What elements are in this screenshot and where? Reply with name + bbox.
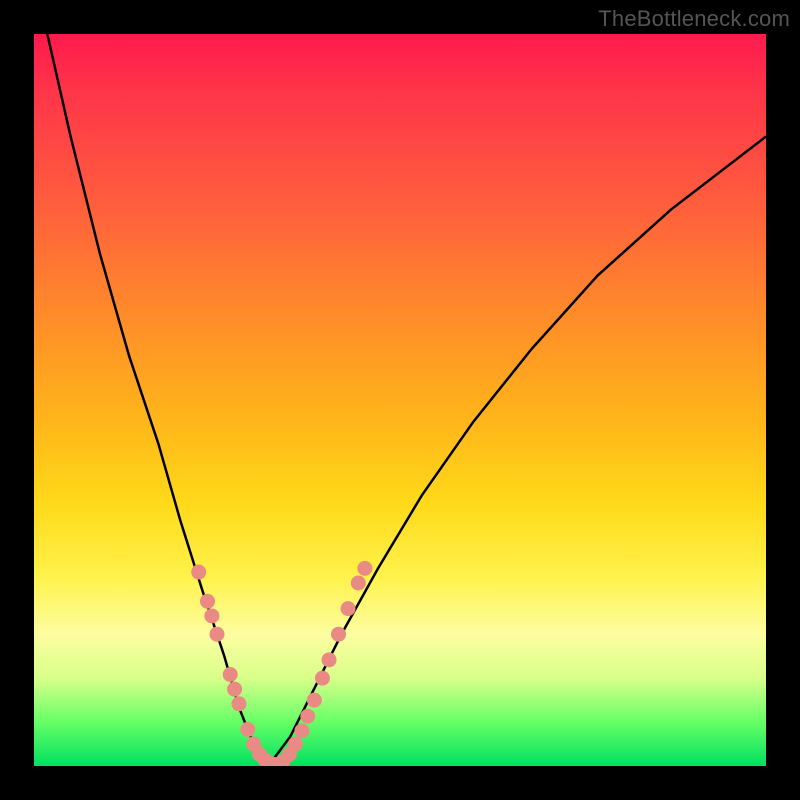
data-point bbox=[200, 594, 215, 609]
data-point bbox=[315, 671, 330, 686]
data-point bbox=[351, 576, 366, 591]
data-point bbox=[210, 627, 225, 642]
data-point bbox=[240, 722, 255, 737]
plot-svg bbox=[34, 34, 766, 766]
data-point bbox=[191, 565, 206, 580]
data-point bbox=[294, 723, 309, 738]
data-point bbox=[341, 601, 356, 616]
data-point bbox=[288, 737, 303, 752]
curve-left bbox=[34, 34, 268, 766]
watermark-text: TheBottleneck.com bbox=[598, 6, 790, 32]
data-point bbox=[357, 561, 372, 576]
curve-group bbox=[34, 34, 766, 766]
data-point bbox=[331, 627, 346, 642]
data-point bbox=[223, 667, 238, 682]
curve-right bbox=[268, 136, 766, 766]
data-point bbox=[300, 709, 315, 724]
data-point bbox=[322, 652, 337, 667]
data-point bbox=[227, 682, 242, 697]
dots-group bbox=[191, 561, 372, 766]
plot-area bbox=[34, 34, 766, 766]
data-point bbox=[307, 693, 322, 708]
chart-frame: TheBottleneck.com bbox=[0, 0, 800, 800]
data-point bbox=[231, 696, 246, 711]
data-point bbox=[204, 608, 219, 623]
